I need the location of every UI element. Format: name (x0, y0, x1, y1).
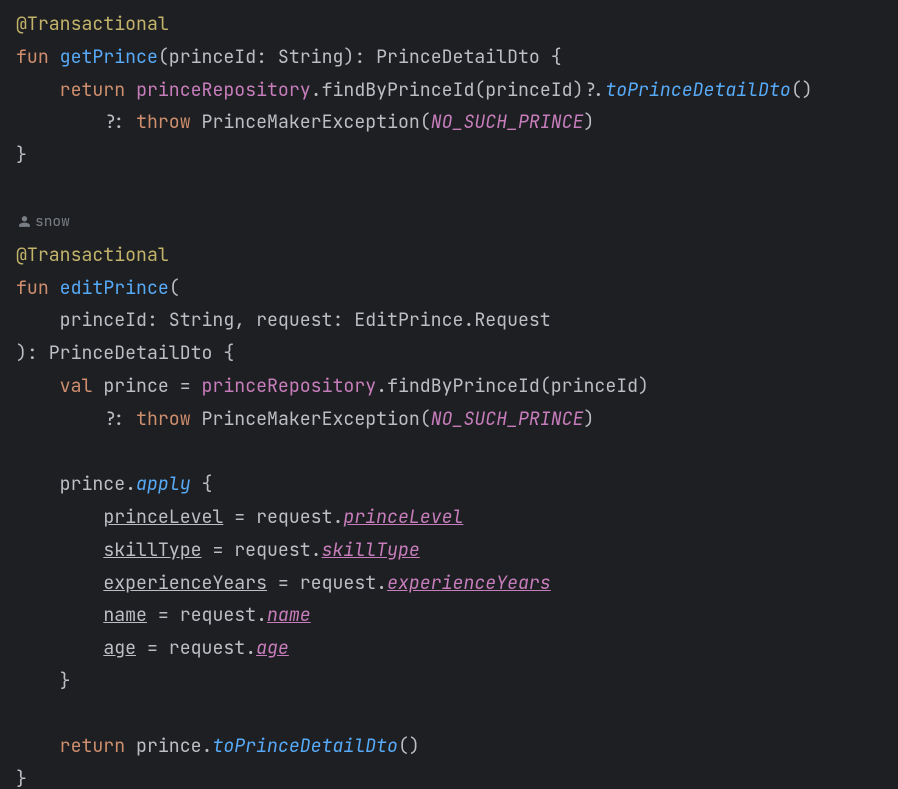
call-findByPrinceId: .findByPrinceId(princeId) (376, 374, 649, 398)
req-name: name (267, 603, 311, 627)
elvis: ?: (103, 110, 125, 134)
assign: = request. (223, 505, 343, 529)
call-findByPrinceId: .findByPrinceId(princeId)?. (311, 78, 606, 102)
req-skillType: skillType (322, 538, 420, 562)
close-paren: ) (584, 110, 595, 134)
close-paren: ) (584, 407, 595, 431)
close-brace: } (60, 669, 71, 693)
user-icon (18, 215, 31, 228)
open-paren: ( (169, 276, 180, 300)
space (49, 276, 60, 300)
ref-prince: prince. (125, 734, 212, 758)
assign: = request. (136, 636, 256, 660)
keyword-val: val (60, 374, 93, 398)
keyword-return: return (60, 734, 125, 758)
prop-age: age (103, 636, 136, 660)
keyword-fun: fun (16, 276, 49, 300)
edit-sig-close: ): PrinceDetailDto { (16, 341, 234, 365)
space (49, 45, 60, 69)
assign: = request. (267, 571, 387, 595)
author-inlay: snow (16, 209, 72, 235)
func-getPrince: getPrince (60, 45, 158, 69)
ref-prince: prince. (60, 472, 136, 496)
parens: () (791, 78, 813, 102)
assign: = request. (147, 603, 267, 627)
keyword-throw: throw (136, 407, 191, 431)
prop-name: name (103, 603, 147, 627)
close-brace: } (16, 143, 27, 167)
func-editPrince: editPrince (60, 276, 169, 300)
prop-princeLevel: princeLevel (103, 505, 223, 529)
parens: () (398, 734, 420, 758)
edit-params: princeId: String, request: EditPrince.Re… (16, 308, 551, 332)
exception-open: PrinceMakerException( (191, 407, 431, 431)
prop-experienceYears: experienceYears (103, 571, 267, 595)
keyword-throw: throw (136, 110, 191, 134)
sig-getPrince: (princeId: String): PrinceDetailDto { (158, 45, 562, 69)
req-experienceYears: experienceYears (387, 571, 551, 595)
close-brace: } (16, 767, 27, 789)
author-name: snow (35, 209, 70, 235)
space (125, 78, 136, 102)
const-noSuchPrince: NO_SUCH_PRINCE (431, 110, 584, 134)
assign: = request. (202, 538, 322, 562)
call-apply: apply (136, 472, 191, 496)
req-princeLevel: princeLevel (343, 505, 463, 529)
prince-decl: prince = (92, 374, 201, 398)
space (125, 407, 136, 431)
keyword-fun: fun (16, 45, 49, 69)
space (125, 110, 136, 134)
ref-princeRepository: princeRepository (136, 78, 311, 102)
prop-skillType: skillType (103, 538, 201, 562)
annotation: @Transactional (16, 12, 169, 36)
call-toPrinceDetailDto: toPrinceDetailDto (605, 78, 791, 102)
const-noSuchPrince: NO_SUCH_PRINCE (431, 407, 584, 431)
open-brace: { (191, 472, 213, 496)
exception-open: PrinceMakerException( (191, 110, 431, 134)
keyword-return: return (60, 78, 125, 102)
call-toPrinceDetailDto: toPrinceDetailDto (212, 734, 398, 758)
elvis: ?: (103, 407, 125, 431)
ref-princeRepository: princeRepository (202, 374, 377, 398)
req-age: age (256, 636, 289, 660)
code-editor[interactable]: @Transactional fun getPrince(princeId: S… (0, 0, 898, 789)
annotation: @Transactional (16, 243, 169, 267)
